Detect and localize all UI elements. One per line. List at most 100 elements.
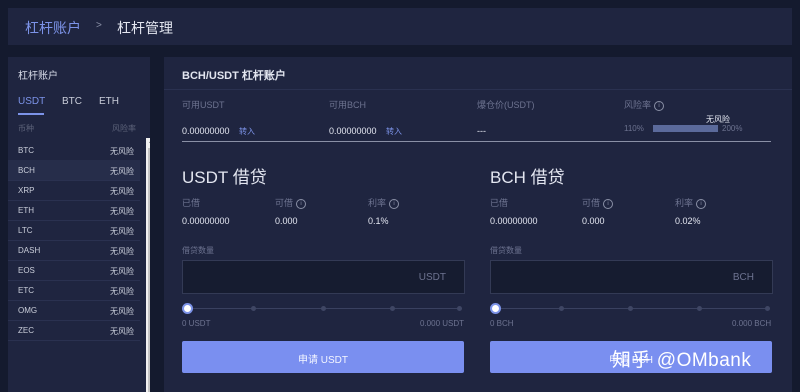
info-icon[interactable]: i bbox=[296, 198, 307, 209]
slider-step-dot[interactable] bbox=[628, 306, 633, 311]
coin-row-bch[interactable]: BCH 无风险 bbox=[8, 160, 140, 181]
risk-rate-label-text: 风险率 bbox=[624, 100, 652, 110]
usdt-amount-input[interactable]: USDT bbox=[182, 260, 465, 294]
bch-rate-label: 利率 i bbox=[675, 196, 707, 209]
coin-row-zec[interactable]: ZEC 无风险 bbox=[8, 320, 140, 341]
coin-name: DASH bbox=[18, 246, 41, 255]
coin-name: ZEC bbox=[18, 326, 34, 335]
bch-slider-handle[interactable] bbox=[490, 303, 501, 314]
available-bch-label: 可用BCH bbox=[329, 100, 367, 110]
coin-row-eos[interactable]: EOS 无风险 bbox=[8, 260, 140, 281]
usdt-slider-handle[interactable] bbox=[182, 303, 193, 314]
slider-step-dot[interactable] bbox=[697, 306, 702, 311]
usdt-slider-min: 0 USDT bbox=[182, 319, 211, 328]
coin-risk: 无风险 bbox=[110, 147, 134, 156]
bch-borrowed-label: 已借 bbox=[490, 198, 509, 208]
slider-step-dot[interactable] bbox=[390, 306, 395, 311]
apply-usdt-button[interactable]: 申请 USDT bbox=[182, 341, 464, 373]
breadcrumb-separator: > bbox=[96, 20, 102, 31]
coin-row-ltc[interactable]: LTC 无风险 bbox=[8, 220, 140, 241]
info-icon[interactable]: i bbox=[603, 198, 614, 209]
coin-name: LTC bbox=[18, 226, 33, 235]
coin-name: XRP bbox=[18, 186, 35, 195]
coin-risk: 无风险 bbox=[110, 247, 134, 256]
bch-amount-input[interactable]: BCH bbox=[490, 260, 773, 294]
tab-usdt[interactable]: USDT bbox=[18, 96, 45, 107]
coin-risk: 无风险 bbox=[110, 227, 134, 236]
column-header-currency: 币种 bbox=[18, 124, 34, 133]
scroll-up-arrow-icon[interactable]: ▲ bbox=[148, 139, 150, 145]
title-divider bbox=[164, 89, 792, 90]
coin-row-omg[interactable]: OMG 无风险 bbox=[8, 300, 140, 321]
usdt-borrowable-label-text: 可借 bbox=[275, 198, 294, 208]
bch-slider-min: 0 BCH bbox=[490, 319, 514, 328]
coin-row-btc[interactable]: BTC 无风险 bbox=[8, 140, 140, 161]
usdt-loan-title: USDT 借贷 bbox=[182, 168, 267, 187]
available-usdt-label: 可用USDT bbox=[182, 100, 225, 110]
coin-name: BTC bbox=[18, 146, 34, 155]
bch-borrowed-value: 0.00000000 bbox=[490, 216, 538, 226]
coin-name: OMG bbox=[18, 306, 38, 315]
bch-borrowable-value: 0.000 bbox=[582, 216, 605, 226]
info-icon[interactable]: i bbox=[696, 198, 707, 209]
tab-btc[interactable]: BTC bbox=[62, 96, 82, 107]
available-usdt-value: 0.00000000 bbox=[182, 126, 230, 136]
tab-active-indicator bbox=[18, 113, 44, 115]
coin-row-xrp[interactable]: XRP 无风险 bbox=[8, 180, 140, 201]
column-header-risk: 风险率 bbox=[112, 124, 136, 133]
coin-risk: 无风险 bbox=[110, 287, 134, 296]
slider-step-dot[interactable] bbox=[251, 306, 256, 311]
breadcrumb: 杠杆账户 > 杠杆管理 bbox=[8, 8, 792, 45]
usdt-rate-label-text: 利率 bbox=[368, 198, 387, 208]
bch-borrowable-label-text: 可借 bbox=[582, 198, 601, 208]
breadcrumb-margin-account-link[interactable]: 杠杆账户 bbox=[25, 18, 81, 38]
coin-name: ETH bbox=[18, 206, 34, 215]
usdt-borrowable-value: 0.000 bbox=[275, 216, 298, 226]
usdt-borrowed-value: 0.00000000 bbox=[182, 216, 230, 226]
slider-step-dot[interactable] bbox=[765, 306, 770, 311]
zhihu-watermark: 知乎 @OMbank bbox=[612, 350, 752, 371]
liquidation-price-label: 爆仓价(USDT) bbox=[477, 100, 535, 110]
transfer-in-bch-link[interactable]: 转入 bbox=[386, 126, 402, 137]
usdt-rate-label: 利率 i bbox=[368, 196, 400, 209]
coin-name: ETC bbox=[18, 286, 34, 295]
summary-divider bbox=[182, 141, 771, 142]
bch-slider-max: 0.000 BCH bbox=[732, 319, 772, 328]
coin-risk: 无风险 bbox=[110, 267, 134, 276]
coin-name: BCH bbox=[18, 166, 35, 175]
panel-title: BCH/USDT 杠杆账户 bbox=[182, 70, 286, 82]
coin-risk: 无风险 bbox=[110, 327, 134, 336]
bch-amount-label: 借贷数量 bbox=[490, 246, 522, 255]
info-icon[interactable]: i bbox=[654, 100, 665, 111]
liquidation-price-value: --- bbox=[477, 126, 486, 136]
breadcrumb-current: 杠杆管理 bbox=[117, 20, 173, 36]
coin-risk: 无风险 bbox=[110, 187, 134, 196]
slider-step-dot[interactable] bbox=[457, 306, 462, 311]
usdt-amount-label: 借贷数量 bbox=[182, 246, 214, 255]
coin-name: EOS bbox=[18, 266, 35, 275]
scrollbar-thumb[interactable] bbox=[148, 148, 150, 392]
coin-row-dash[interactable]: DASH 无风险 bbox=[8, 240, 140, 261]
risk-max: 200% bbox=[722, 124, 743, 133]
bch-unit: BCH bbox=[732, 272, 754, 283]
coin-row-eth[interactable]: ETH 无风险 bbox=[8, 200, 140, 221]
risk-min: 110% bbox=[624, 124, 644, 133]
tab-eth[interactable]: ETH bbox=[99, 96, 119, 107]
slider-step-dot[interactable] bbox=[321, 306, 326, 311]
bch-loan-title: BCH 借贷 bbox=[490, 168, 565, 187]
transfer-in-usdt-link[interactable]: 转入 bbox=[239, 126, 255, 137]
usdt-unit: USDT bbox=[418, 272, 446, 283]
slider-step-dot[interactable] bbox=[559, 306, 564, 311]
bch-rate-label-text: 利率 bbox=[675, 198, 694, 208]
coin-risk: 无风险 bbox=[110, 207, 134, 216]
usdt-borrowable-label: 可借 i bbox=[275, 196, 307, 209]
info-icon[interactable]: i bbox=[389, 198, 400, 209]
coin-risk: 无风险 bbox=[110, 307, 134, 316]
apply-usdt-button-label: 申请 USDT bbox=[298, 355, 348, 366]
coin-row-etc[interactable]: ETC 无风险 bbox=[8, 280, 140, 301]
sidebar-title: 杠杆账户 bbox=[18, 71, 58, 82]
bch-borrowable-label: 可借 i bbox=[582, 196, 614, 209]
usdt-borrowed-label: 已借 bbox=[182, 198, 201, 208]
coin-list-scrollbar[interactable]: ▲ ▼ bbox=[146, 138, 150, 392]
margin-account-sidebar: 杠杆账户 USDT BTC ETH 币种 风险率 BTC 无风险 BCH 无风险 X… bbox=[8, 57, 150, 392]
